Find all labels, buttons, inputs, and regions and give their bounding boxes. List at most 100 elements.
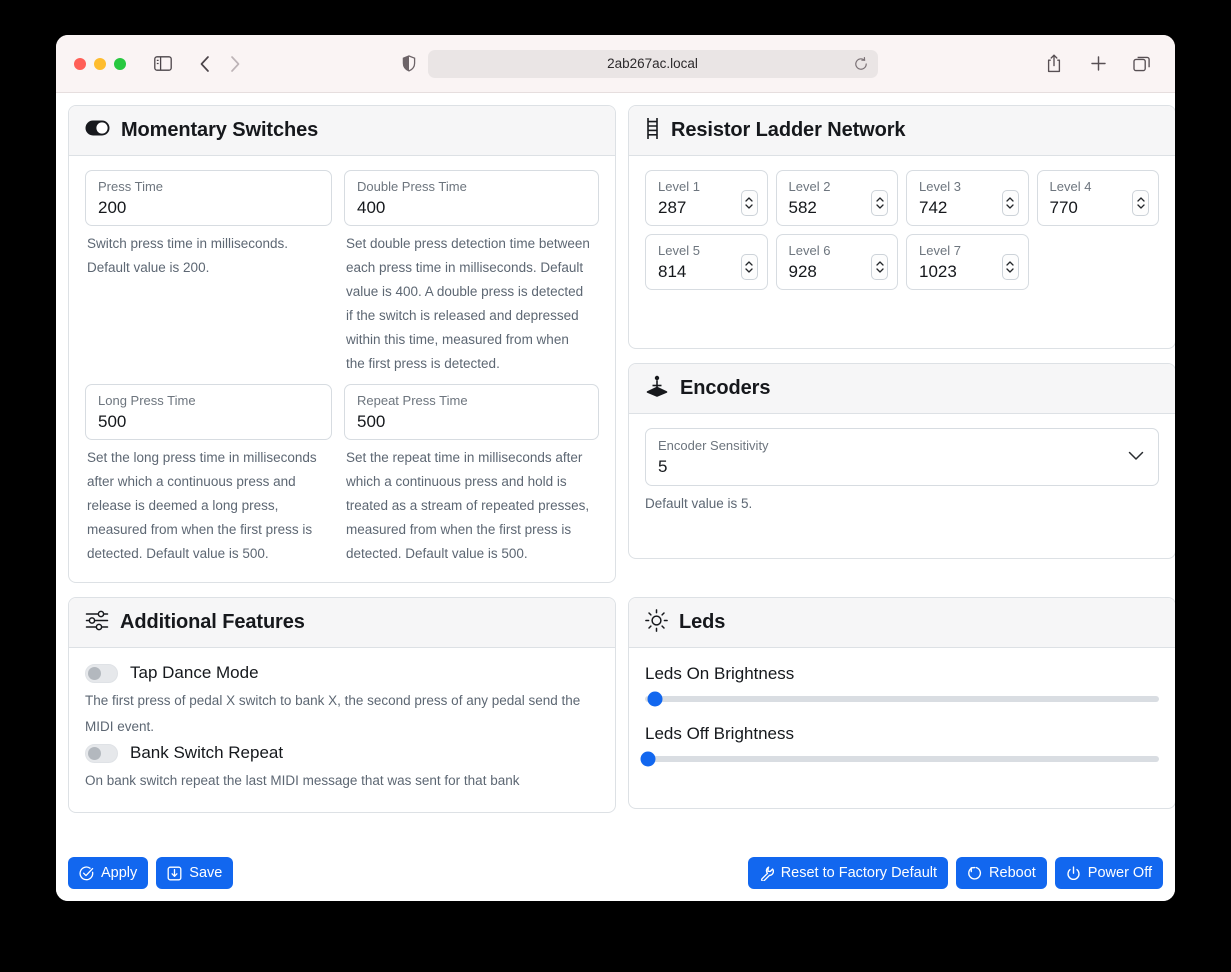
check-circle-icon <box>79 865 94 881</box>
field-group-repeat-press-time: Repeat Press Time 500 Set the repeat tim… <box>344 384 599 566</box>
share-icon[interactable] <box>1039 50 1069 78</box>
level-1-stepper[interactable]: Level 1 287 <box>645 170 768 226</box>
leds-off-brightness-thumb[interactable] <box>640 751 656 767</box>
double-press-time-label: Double Press Time <box>357 179 467 194</box>
encoders-body: Encoder Sensitivity 5 Default value is 5… <box>629 414 1175 558</box>
bank-switch-repeat-row[interactable]: Bank Switch Repeat <box>85 740 599 766</box>
encoder-sensitivity-select[interactable]: Encoder Sensitivity 5 <box>645 428 1159 486</box>
leds-header: Leds <box>629 598 1175 648</box>
leds-body: Leds On Brightness Leds Off Brightness <box>629 648 1175 808</box>
wrench-icon <box>759 866 774 881</box>
level-grid: Level 1 287 Level 2 582 Level 3 742 Leve… <box>645 170 1159 290</box>
level-2-spinner[interactable] <box>871 190 888 216</box>
level-3-spinner[interactable] <box>1001 190 1019 216</box>
level-2-stepper[interactable]: Level 2 582 <box>775 170 898 226</box>
reboot-button-label: Reboot <box>989 865 1036 881</box>
power-icon <box>1066 865 1081 881</box>
level-5-spinner[interactable] <box>740 254 758 280</box>
double-press-time-value: 400 <box>357 198 386 217</box>
field-group-press-time: Press Time 200 Switch press time in mill… <box>85 170 340 376</box>
additional-features-body: Tap Dance Mode The first press of pedal … <box>69 648 615 812</box>
level-4-stepper[interactable]: Level 4 770 <box>1036 170 1159 226</box>
reset-to-factory-default-button[interactable]: Reset to Factory Default <box>747 857 949 889</box>
joystick-icon <box>645 375 669 403</box>
long-press-time-input[interactable]: Long Press Time 500 <box>85 384 332 440</box>
repeat-press-time-value: 500 <box>357 412 386 431</box>
minimize-window-button[interactable] <box>94 57 106 70</box>
ladder-icon <box>645 117 660 145</box>
press-time-input[interactable]: Press Time 200 <box>85 170 332 226</box>
double-press-time-help: Set double press detection time between … <box>346 236 590 371</box>
resistor-ladder-body: Level 1 287 Level 2 582 Level 3 742 Leve… <box>629 156 1175 348</box>
save-button[interactable]: Save <box>156 857 234 889</box>
bank-switch-repeat-toggle[interactable] <box>85 743 118 763</box>
back-button[interactable] <box>190 50 220 78</box>
leds-on-brightness-thumb[interactable] <box>647 691 663 707</box>
repeat-press-time-help: Set the repeat time in milliseconds afte… <box>346 450 590 561</box>
browser-window: 2ab267ac.local Momentary Switches Press … <box>56 35 1175 901</box>
window-traffic-lights <box>74 57 126 70</box>
encoders-header: Encoders <box>629 364 1175 414</box>
apply-button[interactable]: Apply <box>68 857 149 889</box>
tap-dance-mode-row[interactable]: Tap Dance Mode <box>85 660 599 686</box>
save-button-label: Save <box>189 865 223 881</box>
leds-on-brightness-slider[interactable] <box>645 691 1159 707</box>
encoder-sensitivity-value: 5 <box>658 457 668 476</box>
level-1-spinner[interactable] <box>740 190 758 216</box>
level-4-spinner[interactable] <box>1132 190 1149 216</box>
long-press-time-value: 500 <box>98 412 127 431</box>
sidebar-toggle-icon[interactable] <box>148 50 178 78</box>
long-press-time-label: Long Press Time <box>98 393 196 408</box>
leds-on-brightness-label: Leds On Brightness <box>645 664 795 683</box>
reboot-icon <box>967 866 982 881</box>
tap-dance-mode-help: The first press of pedal X switch to ban… <box>85 693 581 734</box>
double-press-time-input[interactable]: Double Press Time 400 <box>344 170 599 226</box>
card-resistor-ladder: Resistor Ladder Network Level 1 287 Leve… <box>628 105 1175 349</box>
tap-dance-mode-toggle[interactable] <box>85 663 118 683</box>
toolbar-right-actions <box>1039 50 1157 78</box>
shield-icon[interactable] <box>402 55 416 72</box>
close-window-button[interactable] <box>74 57 86 70</box>
level-7-stepper[interactable]: Level 7 1023 <box>906 234 1029 290</box>
apply-button-label: Apply <box>101 865 138 881</box>
tabs-overview-icon[interactable] <box>1127 50 1157 78</box>
reset-button-label: Reset to Factory Default <box>780 865 938 881</box>
settings-page: Momentary Switches Press Time 200 Switch… <box>56 93 1175 901</box>
system-actions: Reset to Factory Default Reboot Power Of… <box>747 857 1163 889</box>
level-7-spinner[interactable] <box>1001 254 1019 280</box>
save-icon <box>167 866 182 881</box>
browser-toolbar: 2ab267ac.local <box>56 35 1175 93</box>
field-group-long-press-time: Long Press Time 500 Set the long press t… <box>85 384 340 566</box>
repeat-press-time-label: Repeat Press Time <box>357 393 468 408</box>
chevron-down-icon[interactable] <box>1128 448 1144 466</box>
field-group-double-press-time: Double Press Time 400 Set double press d… <box>344 170 599 376</box>
card-additional-features: Additional Features Tap Dance Mode The f… <box>68 597 616 813</box>
resistor-ladder-title: Resistor Ladder Network <box>671 119 906 141</box>
level-6-spinner[interactable] <box>871 254 888 280</box>
press-time-value: 200 <box>98 198 127 217</box>
forward-button[interactable] <box>220 50 250 78</box>
bank-switch-repeat-help: On bank switch repeat the last MIDI mess… <box>85 773 520 788</box>
additional-features-header: Additional Features <box>69 598 615 648</box>
address-bar[interactable]: 2ab267ac.local <box>427 49 878 78</box>
leds-off-brightness-label: Leds Off Brightness <box>645 724 794 743</box>
level-6-stepper[interactable]: Level 6 928 <box>775 234 898 290</box>
maximize-window-button[interactable] <box>114 57 126 70</box>
repeat-press-time-input[interactable]: Repeat Press Time 500 <box>344 384 599 440</box>
url-text: 2ab267ac.local <box>607 56 698 71</box>
level-3-stepper[interactable]: Level 3 742 <box>906 170 1029 226</box>
card-encoders: Encoders Encoder Sensitivity 5 Default v… <box>628 363 1175 559</box>
tap-dance-mode-label: Tap Dance Mode <box>130 663 259 682</box>
leds-off-brightness-slider[interactable] <box>640 751 1159 767</box>
momentary-switches-body: Press Time 200 Switch press time in mill… <box>69 156 615 582</box>
reboot-button[interactable]: Reboot <box>956 857 1047 889</box>
encoders-title: Encoders <box>680 377 771 399</box>
new-tab-icon[interactable] <box>1083 50 1113 78</box>
primary-actions: Apply Save <box>68 857 234 889</box>
reload-icon[interactable] <box>854 56 868 71</box>
encoder-sensitivity-help: Default value is 5. <box>645 496 753 511</box>
power-off-button[interactable]: Power Off <box>1054 857 1163 889</box>
level-5-stepper[interactable]: Level 5 814 <box>645 234 768 290</box>
toggle-on-icon <box>85 120 110 141</box>
press-time-help: Switch press time in milliseconds. Defau… <box>87 236 289 275</box>
